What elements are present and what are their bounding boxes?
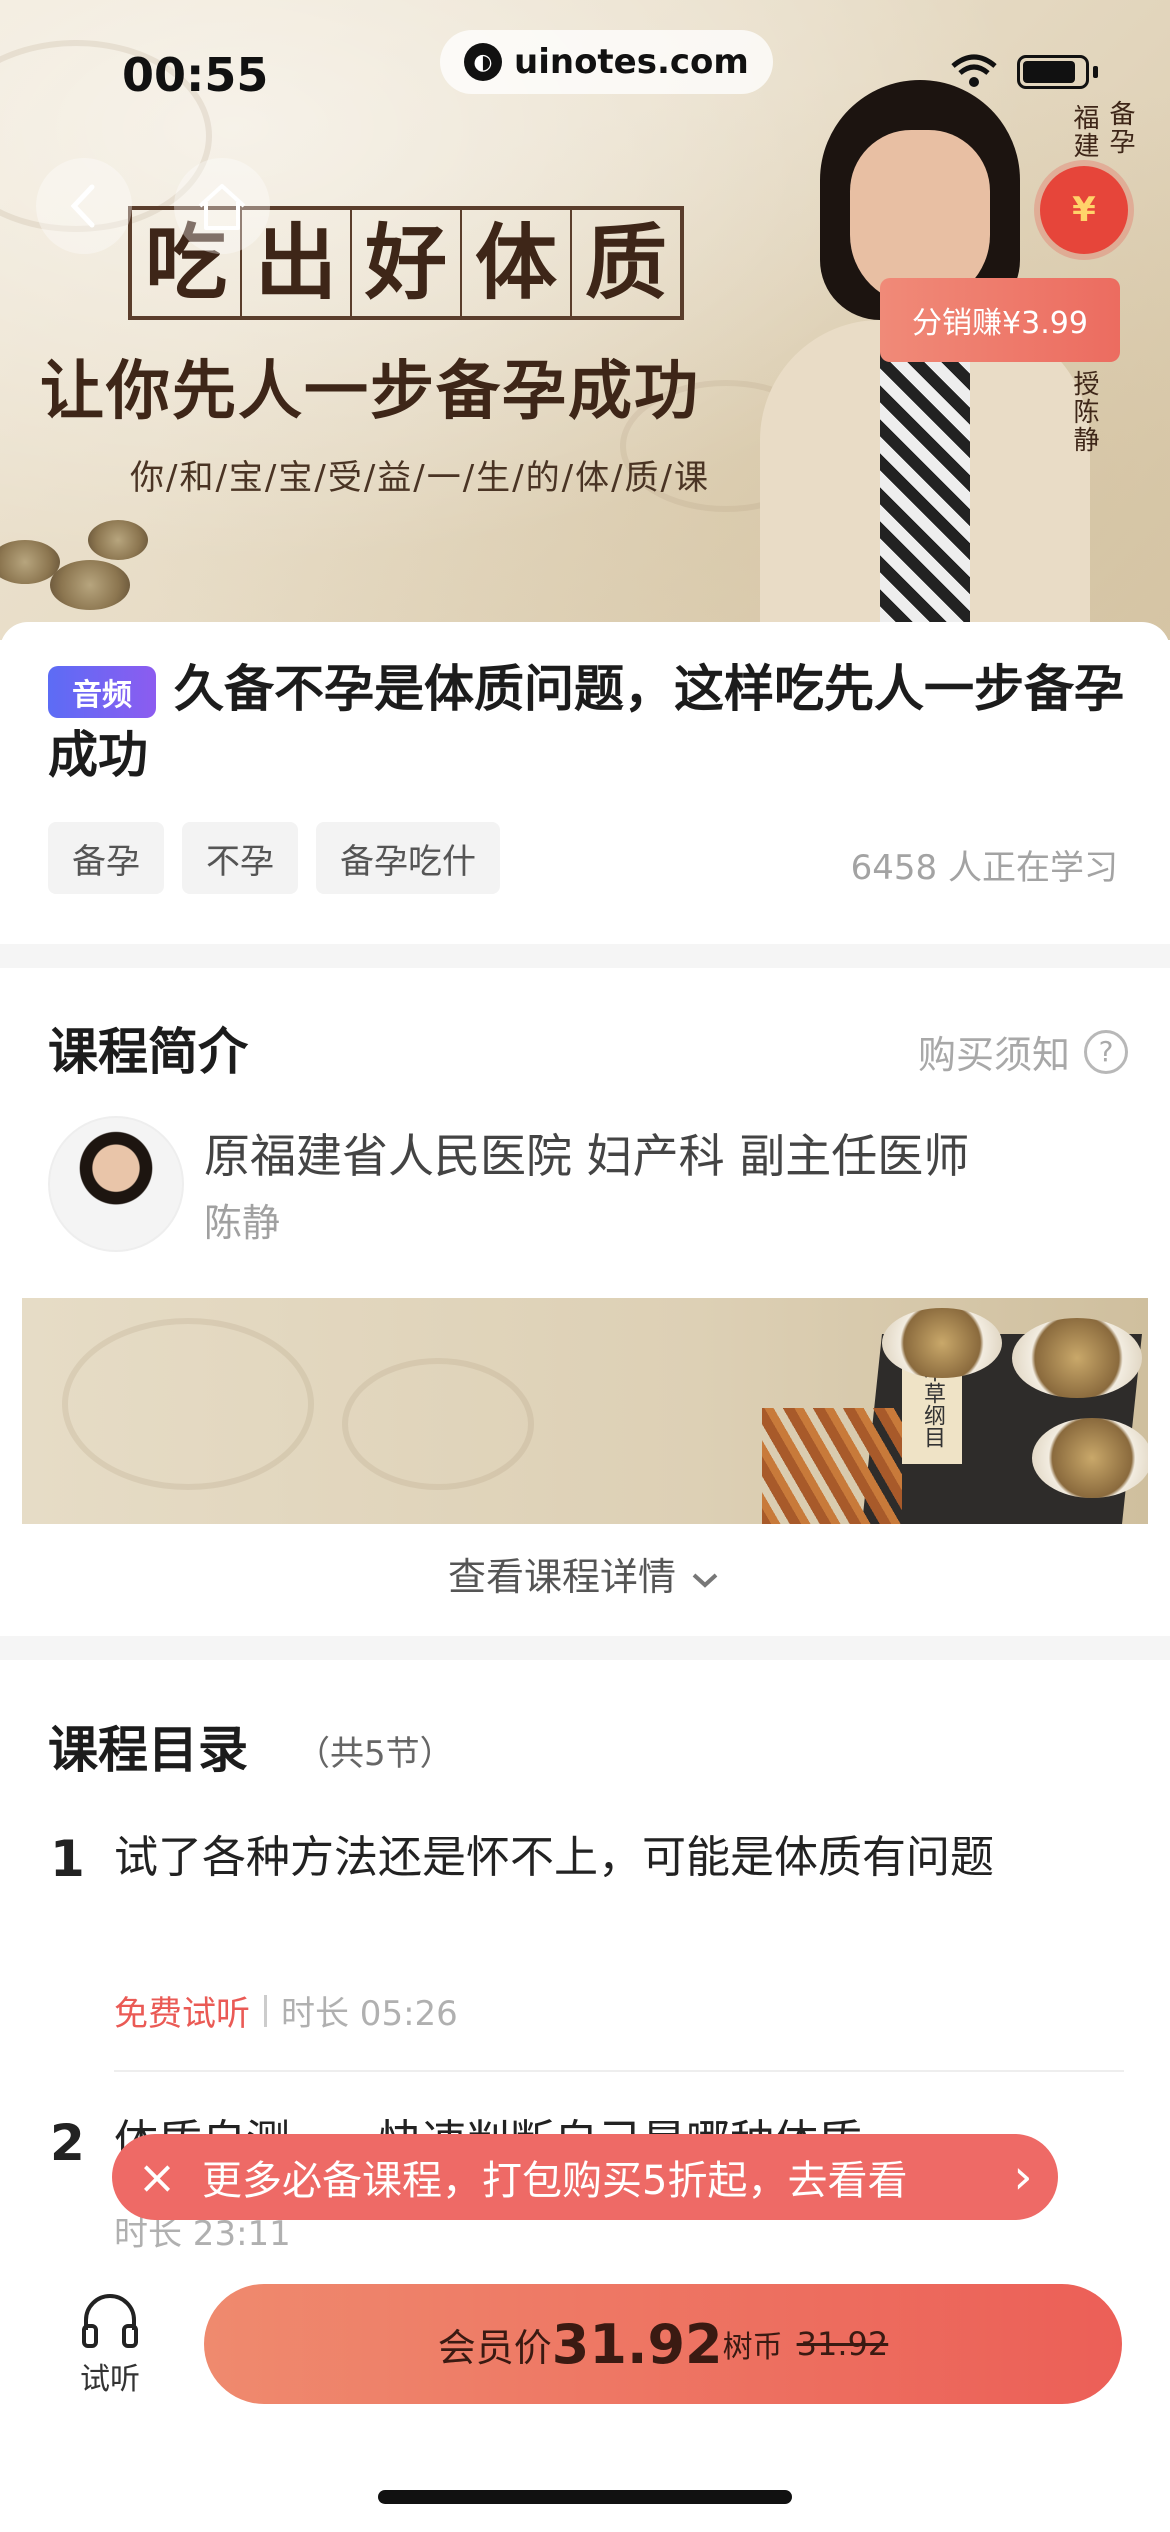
status-time: 00:55 xyxy=(122,48,269,102)
section-divider xyxy=(0,944,1170,968)
herb-bowl xyxy=(1012,1318,1142,1398)
close-icon[interactable]: × xyxy=(112,2150,202,2204)
purchase-notice-link[interactable]: 购买须知 ? xyxy=(918,1024,1128,1079)
headline-char: 好 xyxy=(352,210,462,316)
cover-side-text: 授陈静 xyxy=(1069,370,1099,454)
course-tag[interactable]: 不孕 xyxy=(182,822,298,894)
learners-count: 6458 人正在学习 xyxy=(850,848,1118,888)
lesson-count: （共5节） xyxy=(296,1734,454,1774)
back-icon xyxy=(70,184,95,228)
avatar[interactable] xyxy=(48,1116,184,1252)
herb-bowl xyxy=(50,560,130,610)
herb-bowl xyxy=(1032,1418,1148,1498)
url-pill: ◐ uinotes.com xyxy=(440,30,773,94)
status-icons xyxy=(949,54,1098,90)
member-price-buy-button[interactable]: 会员价 31.92 树币 31.92 xyxy=(204,2284,1122,2404)
question-icon: ? xyxy=(1084,1029,1128,1074)
trial-listen-button[interactable]: 试听 xyxy=(60,2290,160,2398)
lesson-meta: 免费试听 时长 05:26 xyxy=(114,1986,458,2035)
catalog-heading: 课程目录 xyxy=(48,1721,248,1779)
cover-side-text: 备孕 xyxy=(1105,100,1135,156)
wifi-icon xyxy=(951,54,997,87)
price-prefix: 会员价 xyxy=(437,2325,552,2370)
trial-listen-label: 试听 xyxy=(80,2362,140,2397)
view-details-label: 查看课程详情 xyxy=(447,1555,676,1599)
member-price: 31.92 xyxy=(551,2312,723,2376)
lesson-duration: 时长 05:26 xyxy=(281,1994,458,2034)
chevron-right-icon: › xyxy=(1013,2149,1033,2205)
course-cover-banner: 吃 出 好 体 质 让你先人一步备孕成功 你/和/宝/宝/受/益/一/生/的/体… xyxy=(0,0,1170,640)
lesson-number: 1 xyxy=(50,1830,85,1888)
doctor-title: 原福建省人民医院 妇产科 副主任医师 xyxy=(204,1129,970,1183)
home-button[interactable] xyxy=(174,158,270,254)
chevron-down-icon xyxy=(692,1573,718,1588)
headphones-icon xyxy=(82,2294,138,2348)
url-text: uinotes.com xyxy=(514,42,749,82)
section-divider xyxy=(0,1636,1170,1660)
distribution-earn-badge[interactable]: 分销赚¥3.99 xyxy=(880,278,1120,362)
free-trial-label: 免费试听 xyxy=(114,1994,250,2034)
course-tag[interactable]: 备孕 xyxy=(48,822,164,894)
meta-separator xyxy=(264,1994,267,2027)
red-envelope-icon[interactable]: ¥ xyxy=(1040,166,1128,254)
cover-subtitle: 让你先人一步备孕成功 xyxy=(40,354,700,429)
doctor-name: 陈静 xyxy=(204,1201,281,1245)
original-price: 31.92 xyxy=(796,2325,889,2363)
battery-icon xyxy=(1017,55,1089,89)
headline-char: 体 xyxy=(462,210,572,316)
course-title: 久备不孕是体质问题，这样吃先人一步备孕成功 xyxy=(48,660,1124,784)
site-logo-icon: ◐ xyxy=(464,43,502,81)
lesson-number: 2 xyxy=(50,2114,85,2172)
course-detail-image: 本草纲目 xyxy=(22,1298,1148,1524)
audio-type-tag: 音频 xyxy=(48,666,156,718)
back-button[interactable] xyxy=(36,158,132,254)
cover-side-text: 福建 xyxy=(1069,104,1099,160)
course-tags: 备孕 不孕 备孕吃什 xyxy=(48,822,500,894)
headline-char: 质 xyxy=(584,215,667,311)
home-indicator xyxy=(378,2490,792,2504)
herb-sticks xyxy=(762,1408,902,1524)
home-icon xyxy=(198,184,246,230)
lesson-title[interactable]: 试了各种方法还是怀不上，可能是体质有问题 xyxy=(114,1826,994,1890)
bundle-promo-banner[interactable]: × 更多必备课程，打包购买5折起，去看看 › xyxy=(112,2134,1058,2220)
herb-bowl xyxy=(88,520,148,560)
course-tag[interactable]: 备孕吃什 xyxy=(316,822,500,894)
list-divider xyxy=(114,2070,1124,2072)
price-currency: 树币 xyxy=(722,2330,783,2365)
intro-heading: 课程简介 xyxy=(48,1023,248,1081)
purchase-notice-label: 购买须知 xyxy=(917,1033,1070,1077)
view-details-button[interactable]: 查看课程详情 xyxy=(0,1546,1170,1601)
battery-tip xyxy=(1093,66,1098,78)
cover-tagline: 你/和/宝/宝/受/益/一/生/的/体/质/课 xyxy=(130,458,711,498)
herb-bowl xyxy=(882,1308,1002,1378)
promo-text: 更多必备课程，打包购买5折起，去看看 xyxy=(202,2158,908,2204)
